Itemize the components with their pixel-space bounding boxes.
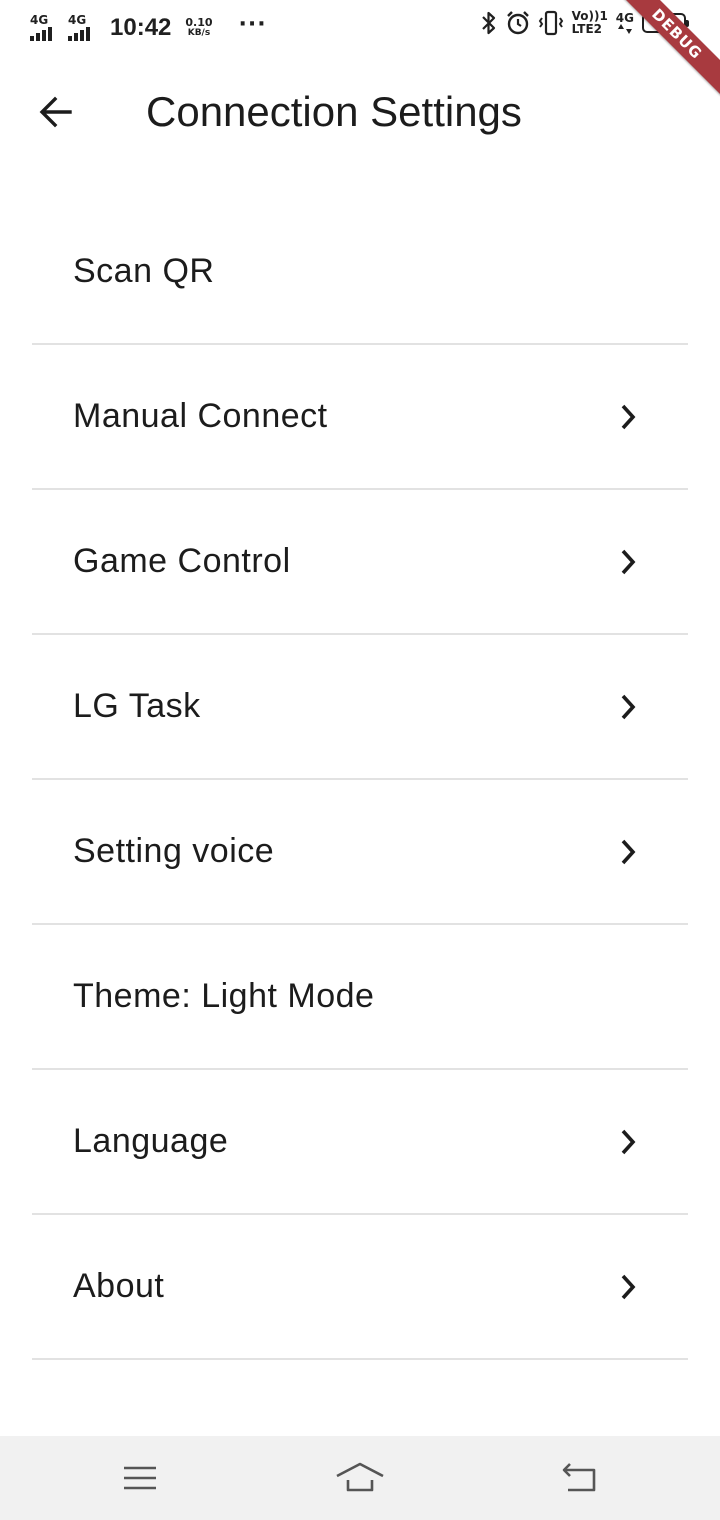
vibrate-icon (538, 10, 563, 36)
system-nav-bar (0, 1436, 720, 1520)
settings-item-about[interactable]: About (32, 1215, 688, 1360)
volte-indicator: Vo))1 LTE2 (572, 10, 608, 36)
settings-item-game-control[interactable]: Game Control (32, 490, 688, 635)
back-button[interactable] (28, 84, 84, 140)
volte-top: Vo)) (571, 9, 600, 23)
chevron-right-icon (621, 1129, 636, 1154)
volte-sim: 1 (599, 9, 608, 23)
clock: 10:42 (110, 14, 172, 41)
settings-item-label: Game Control (73, 542, 291, 580)
more-notifications-icon: ··· (238, 11, 267, 37)
settings-item-manual-connect[interactable]: Manual Connect (32, 345, 688, 490)
volte-bottom: LTE2 (571, 22, 602, 36)
network-speed: 0.10 KB/s (185, 17, 212, 39)
settings-item-lg-task[interactable]: LG Task (32, 635, 688, 780)
chevron-right-icon (621, 694, 636, 719)
network-speed-value: 0.10 (185, 16, 213, 29)
page-title: Connection Settings (146, 88, 522, 135)
status-left: 4G 4G 10:42 0.10 KB/s ··· (30, 11, 267, 42)
settings-item-label: About (73, 1267, 165, 1305)
bluetooth-icon (481, 11, 495, 35)
mobile-data-type: 4G (615, 11, 634, 25)
settings-item-theme[interactable]: Theme: Light Mode (32, 925, 688, 1070)
nav-home-button[interactable] (330, 1454, 390, 1502)
settings-item-label: Language (73, 1122, 229, 1160)
chevron-right-icon (621, 1274, 636, 1299)
network-speed-unit: KB/s (187, 28, 211, 38)
network-type-sim2: 4G (68, 13, 87, 27)
back-icon (562, 1463, 596, 1492)
settings-item-label: Manual Connect (73, 397, 328, 435)
nav-back-button[interactable] (550, 1454, 610, 1502)
app-bar: Connection Settings (0, 56, 720, 168)
settings-item-setting-voice[interactable]: Setting voice (32, 780, 688, 925)
chevron-right-icon (621, 404, 636, 429)
signal-sim2-icon: 4G (68, 14, 100, 42)
mobile-data-icon: 4G (616, 12, 634, 34)
home-icon (336, 1462, 384, 1492)
settings-item-scan-qr[interactable]: Scan QR (32, 200, 688, 345)
settings-item-label: Scan QR (73, 252, 215, 290)
settings-item-label: Setting voice (73, 832, 275, 870)
network-type-sim1: 4G (30, 13, 49, 27)
alarm-icon (506, 11, 529, 35)
menu-icon (124, 1466, 156, 1490)
signal-sim1-icon: 4G (30, 14, 62, 42)
chevron-right-icon (621, 549, 636, 574)
nav-menu-button[interactable] (110, 1454, 170, 1502)
chevron-right-icon (621, 839, 636, 864)
settings-item-label: Theme: Light Mode (73, 977, 375, 1015)
status-bar: 4G 4G 10:42 0.10 KB/s ··· Vo))1 LTE2 4G (0, 0, 720, 56)
settings-item-language[interactable]: Language (32, 1070, 688, 1215)
arrow-left-icon (39, 96, 72, 128)
settings-item-label: LG Task (73, 687, 201, 725)
settings-list: Scan QR Manual Connect Game Control LG T… (32, 200, 688, 1360)
